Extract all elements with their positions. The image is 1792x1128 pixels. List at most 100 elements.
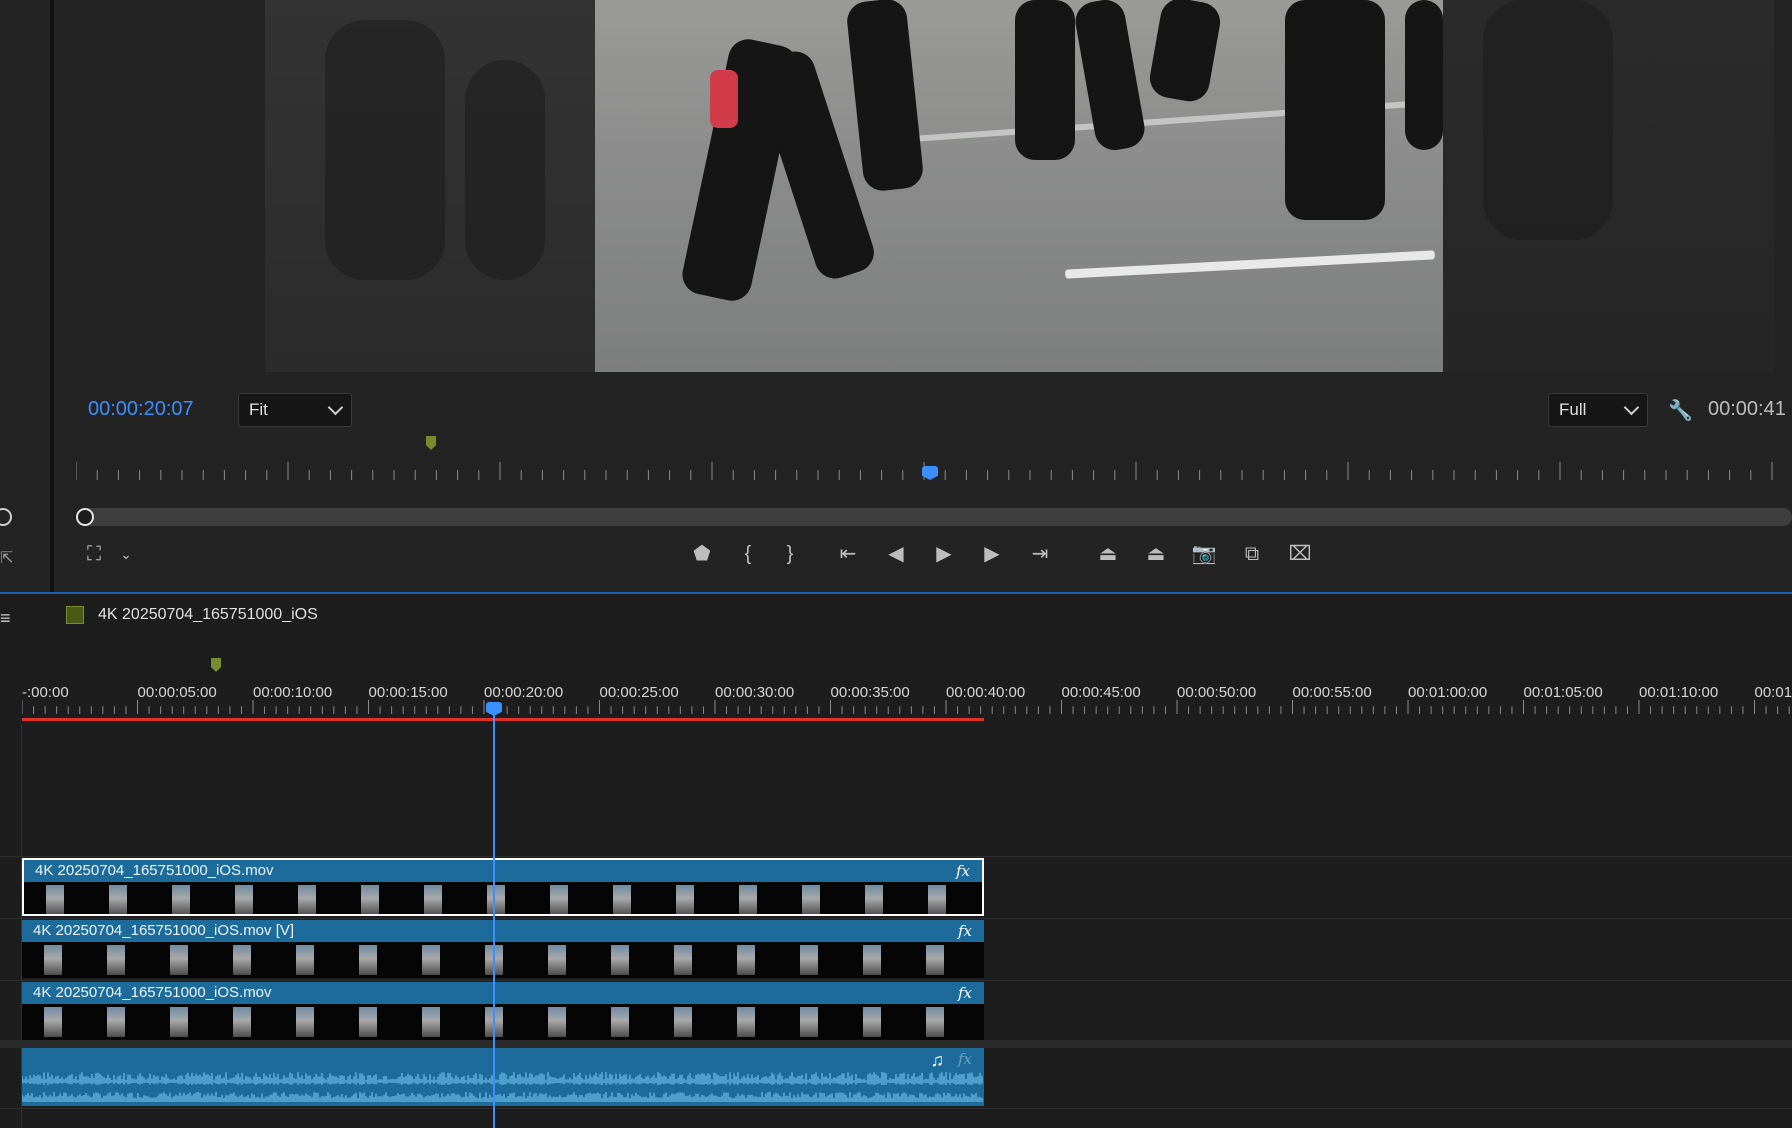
fx-badge[interactable]: fx <box>958 1050 972 1068</box>
clip-thumbnails <box>22 942 984 978</box>
blurred-background-left <box>265 0 595 372</box>
zoom-scrollbar[interactable] <box>80 508 1792 526</box>
clip-name: 4K 20250704_165751000_iOS.mov <box>35 862 274 879</box>
marker-icon[interactable] <box>426 436 436 450</box>
clip-thumbnail <box>359 1007 377 1037</box>
clip-thumbnail <box>170 945 188 975</box>
track-divider <box>0 918 1792 919</box>
playback-resolution-select[interactable]: Full <box>1548 393 1648 427</box>
sequence-color-label <box>66 606 84 624</box>
clip-thumbnail <box>109 885 127 915</box>
export-icon[interactable]: ⇱ <box>0 548 13 568</box>
program-monitor: 00:00:20:07 Fit Full 🔧 00:00:41 ⛶ ⌄ ⬟ { … <box>54 0 1792 592</box>
go-to-in-icon[interactable]: ⇤ <box>834 544 862 564</box>
chevron-down-icon <box>1624 400 1640 416</box>
audio-clip-a1[interactable]: ♫ fx <box>22 1048 984 1106</box>
project-panel-edge: ⇱ <box>0 0 54 592</box>
sequence-tab[interactable]: 4K 20250704_165751000_iOS <box>98 606 318 624</box>
clip-thumbnail <box>611 945 629 975</box>
clip-thumbnail <box>107 1007 125 1037</box>
timeline-panel: ≡ 4K 20250704_165751000_iOS -:00:0000:00… <box>0 592 1792 1128</box>
clip-thumbnail <box>296 1007 314 1037</box>
settings-chevron-icon[interactable]: ⌄ <box>112 544 140 564</box>
ruler-label: 00:01:10:00 <box>1639 684 1718 701</box>
clip-thumbnail <box>926 945 944 975</box>
mark-in-icon[interactable]: { <box>734 544 762 564</box>
clip-thumbnails <box>22 1004 984 1040</box>
clip-thumbnail <box>107 945 125 975</box>
video-audio-divider <box>0 1040 1792 1048</box>
duration-timecode: 00:00:41 <box>1708 398 1786 421</box>
clip-thumbnail <box>44 1007 62 1037</box>
marker-icon[interactable] <box>211 658 221 672</box>
red-bottle <box>710 70 738 128</box>
blurred-background-right <box>1443 0 1774 372</box>
clip-thumbnail <box>487 885 505 915</box>
lift-icon[interactable]: ⏏ <box>1094 544 1122 564</box>
clip-thumbnail <box>233 1007 251 1037</box>
clip-thumbnail <box>44 945 62 975</box>
clip-thumbnail <box>422 1007 440 1037</box>
ruler-label: 00:00:20:00 <box>484 684 563 701</box>
ruler-label: 00:00:40:00 <box>946 684 1025 701</box>
ruler-label: 00:00:50:00 <box>1177 684 1256 701</box>
ruler-label: 00:00:35:00 <box>831 684 910 701</box>
extract-icon[interactable]: ⏏ <box>1142 544 1170 564</box>
clip-thumbnail <box>298 885 316 915</box>
ruler-label: 00:01:00:00 <box>1408 684 1487 701</box>
ruler-label: 00:00:15:00 <box>369 684 448 701</box>
step-back-icon[interactable]: ◀ <box>882 544 910 564</box>
ruler-label: 00:01:15:00 <box>1755 684 1792 701</box>
clip-thumbnail <box>611 1007 629 1037</box>
ruler-label: 00:01:05:00 <box>1524 684 1603 701</box>
play-icon[interactable]: ▶ <box>930 544 958 564</box>
clip-name: 4K 20250704_165751000_iOS.mov [V] <box>33 922 294 939</box>
clip-thumbnail <box>548 1007 566 1037</box>
clip-thumbnail <box>46 885 64 915</box>
scrollbar-handle-icon[interactable] <box>76 508 94 526</box>
ruler-label: 00:00:55:00 <box>1293 684 1372 701</box>
marker-icon[interactable]: ⬟ <box>688 544 716 564</box>
clip-thumbnails <box>24 882 982 916</box>
zoom-level-value: Fit <box>249 400 268 420</box>
clip-thumbnail <box>422 945 440 975</box>
render-bar <box>22 718 984 721</box>
clip-thumbnail <box>863 1007 881 1037</box>
clip-thumbnail <box>676 885 694 915</box>
fx-badge[interactable]: fx <box>958 982 972 1004</box>
export-frame-icon[interactable]: 📷 <box>1190 544 1218 564</box>
zoom-level-select[interactable]: Fit <box>238 393 352 427</box>
clip-thumbnail <box>235 885 253 915</box>
video-clip-v2[interactable]: 4K 20250704_165751000_iOS.mov [V] fx <box>22 920 984 978</box>
step-forward-icon[interactable]: ▶ <box>978 544 1006 564</box>
current-timecode[interactable]: 00:00:20:07 <box>88 398 194 421</box>
clip-name: 4K 20250704_165751000_iOS.mov <box>33 984 272 1001</box>
video-preview <box>265 0 1774 372</box>
go-to-out-icon[interactable]: ⇥ <box>1026 544 1054 564</box>
comparison-view-icon[interactable]: ⌧ <box>1286 544 1314 564</box>
ruler-label: 00:00:10:00 <box>253 684 332 701</box>
wrench-icon[interactable]: 🔧 <box>1668 398 1693 423</box>
clip-thumbnail <box>233 945 251 975</box>
clip-thumbnail <box>737 1007 755 1037</box>
clip-thumbnail <box>361 885 379 915</box>
playhead-handle-icon[interactable] <box>0 508 12 526</box>
clip-thumbnail <box>674 1007 692 1037</box>
clip-thumbnail <box>737 945 755 975</box>
video-clip-v3[interactable]: 4K 20250704_165751000_iOS.mov fx <box>22 858 984 916</box>
safe-margins-icon[interactable]: ⛶ <box>80 544 108 564</box>
fx-badge[interactable]: fx <box>956 860 970 882</box>
clip-thumbnail <box>674 945 692 975</box>
insert-overlay-icon[interactable]: ⧉ <box>1238 544 1266 564</box>
clip-thumbnail <box>865 885 883 915</box>
ruler-label: 00:00:30:00 <box>715 684 794 701</box>
panel-menu-icon[interactable]: ≡ <box>0 608 11 629</box>
fx-badge[interactable]: fx <box>958 920 972 942</box>
track-divider <box>0 856 1792 857</box>
video-clip-v1[interactable]: 4K 20250704_165751000_iOS.mov fx <box>22 982 984 1040</box>
clip-thumbnail <box>928 885 946 915</box>
clip-thumbnail <box>548 945 566 975</box>
timeline-time-ruler[interactable] <box>22 700 1792 716</box>
video-frame <box>595 0 1443 372</box>
mark-out-icon[interactable]: } <box>776 544 804 564</box>
